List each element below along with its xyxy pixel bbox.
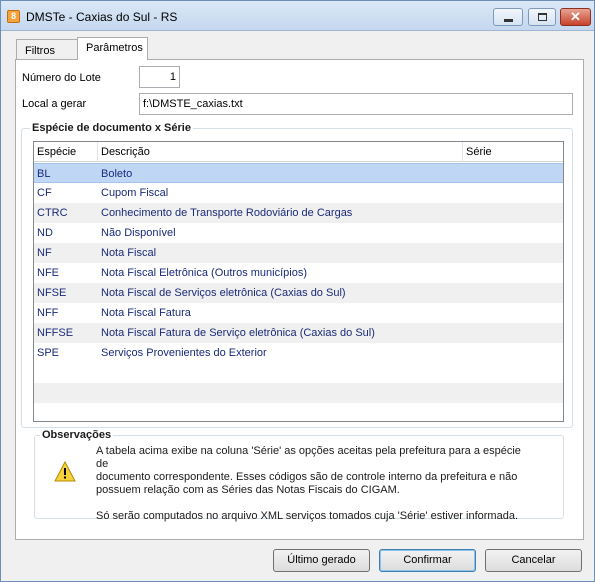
tab-parametros[interactable]: Parâmetros <box>77 37 148 60</box>
cell-descricao: Cupom Fiscal <box>101 187 169 199</box>
local-input[interactable]: f:\DMSTE_caxias.txt <box>139 93 573 115</box>
close-icon: ✕ <box>570 9 581 24</box>
lote-label: Número do Lote <box>22 72 101 84</box>
window-title: DMSTe - Caxias do Sul - RS <box>26 10 178 24</box>
table-row[interactable]: SPE Serviços Provenientes do Exterior <box>34 343 563 363</box>
table-row[interactable]: NF Nota Fiscal <box>34 243 563 263</box>
dialog-window: 8 DMSTe - Caxias do Sul - RS ✕ Filtros P… <box>0 0 595 582</box>
observacoes-line: Só serão computados no arquivo XML servi… <box>96 510 518 522</box>
cell-descricao: Não Disponível <box>101 227 176 239</box>
title-bar[interactable]: 8 DMSTe - Caxias do Sul - RS ✕ <box>1 1 594 31</box>
maximize-icon <box>538 13 547 21</box>
tab-filtros[interactable]: Filtros <box>16 39 78 59</box>
observacoes-text: A tabela acima exibe na coluna 'Série' a… <box>96 445 536 523</box>
cell-especie: BL <box>37 168 51 180</box>
cell-descricao: Conhecimento de Transporte Rodoviário de… <box>101 207 353 219</box>
observacoes-line: A tabela acima exibe na coluna 'Série' a… <box>96 445 521 470</box>
cell-especie: NFF <box>37 307 59 319</box>
table-row[interactable]: BL Boleto <box>34 163 563 183</box>
cell-especie: ND <box>37 227 53 239</box>
column-header-descricao[interactable]: Descrição <box>98 142 463 162</box>
confirmar-button[interactable]: Confirmar <box>379 549 476 572</box>
minimize-icon <box>504 19 513 22</box>
table-row[interactable]: CTRC Conhecimento de Transporte Rodoviár… <box>34 203 563 223</box>
table-row[interactable]: NFFSE Nota Fiscal Fatura de Serviço elet… <box>34 323 563 343</box>
local-label: Local a gerar <box>22 98 87 110</box>
cell-descricao: Nota Fiscal Eletrônica (Outros município… <box>101 267 308 279</box>
table-row[interactable]: NFE Nota Fiscal Eletrônica (Outros munic… <box>34 263 563 283</box>
cell-descricao: Boleto <box>101 168 133 180</box>
table-row[interactable]: NFF Nota Fiscal Fatura <box>34 303 563 323</box>
cancelar-button[interactable]: Cancelar <box>485 549 582 572</box>
cell-especie: CF <box>37 187 52 199</box>
column-header-serie[interactable]: Série <box>463 142 563 162</box>
app-icon: 8 <box>7 10 20 23</box>
cell-descricao: Nota Fiscal Fatura <box>101 307 191 319</box>
table-row[interactable]: CF Cupom Fiscal <box>34 183 563 203</box>
especie-grid[interactable]: Espécie Descrição Série BL Boleto CF Cup… <box>33 141 564 422</box>
observacoes-group-title: Observações <box>40 429 114 441</box>
observacoes-line: documento correspondente. Esses códigos … <box>96 471 518 483</box>
cell-descricao: Nota Fiscal de Serviços eletrônica (Caxi… <box>101 287 346 299</box>
close-button[interactable]: ✕ <box>560 8 591 26</box>
warning-icon <box>54 461 76 482</box>
lote-input[interactable]: 1 <box>139 66 180 88</box>
ultimo-gerado-button[interactable]: Último gerado <box>273 549 370 572</box>
grid-header: Espécie Descrição Série <box>34 142 563 162</box>
cell-descricao: Nota Fiscal Fatura de Serviço eletrônica… <box>101 327 375 339</box>
maximize-button[interactable] <box>528 8 556 26</box>
cell-descricao: Serviços Provenientes do Exterior <box>101 347 267 359</box>
minimize-button[interactable] <box>493 8 523 26</box>
table-row[interactable]: NFSE Nota Fiscal de Serviços eletrônica … <box>34 283 563 303</box>
cell-especie: NFFSE <box>37 327 74 339</box>
empty-row <box>34 383 563 403</box>
table-row[interactable]: ND Não Disponível <box>34 223 563 243</box>
cell-especie: NF <box>37 247 52 259</box>
observacoes-line: possuem relação com as Séries das Notas … <box>96 484 400 496</box>
cell-especie: CTRC <box>37 207 68 219</box>
column-header-especie[interactable]: Espécie <box>34 142 98 162</box>
cell-especie: NFSE <box>37 287 67 299</box>
cell-especie: SPE <box>37 347 60 359</box>
especie-group-title: Espécie de documento x Série <box>30 122 193 134</box>
cell-especie: NFE <box>37 267 59 279</box>
cell-descricao: Nota Fiscal <box>101 247 157 259</box>
